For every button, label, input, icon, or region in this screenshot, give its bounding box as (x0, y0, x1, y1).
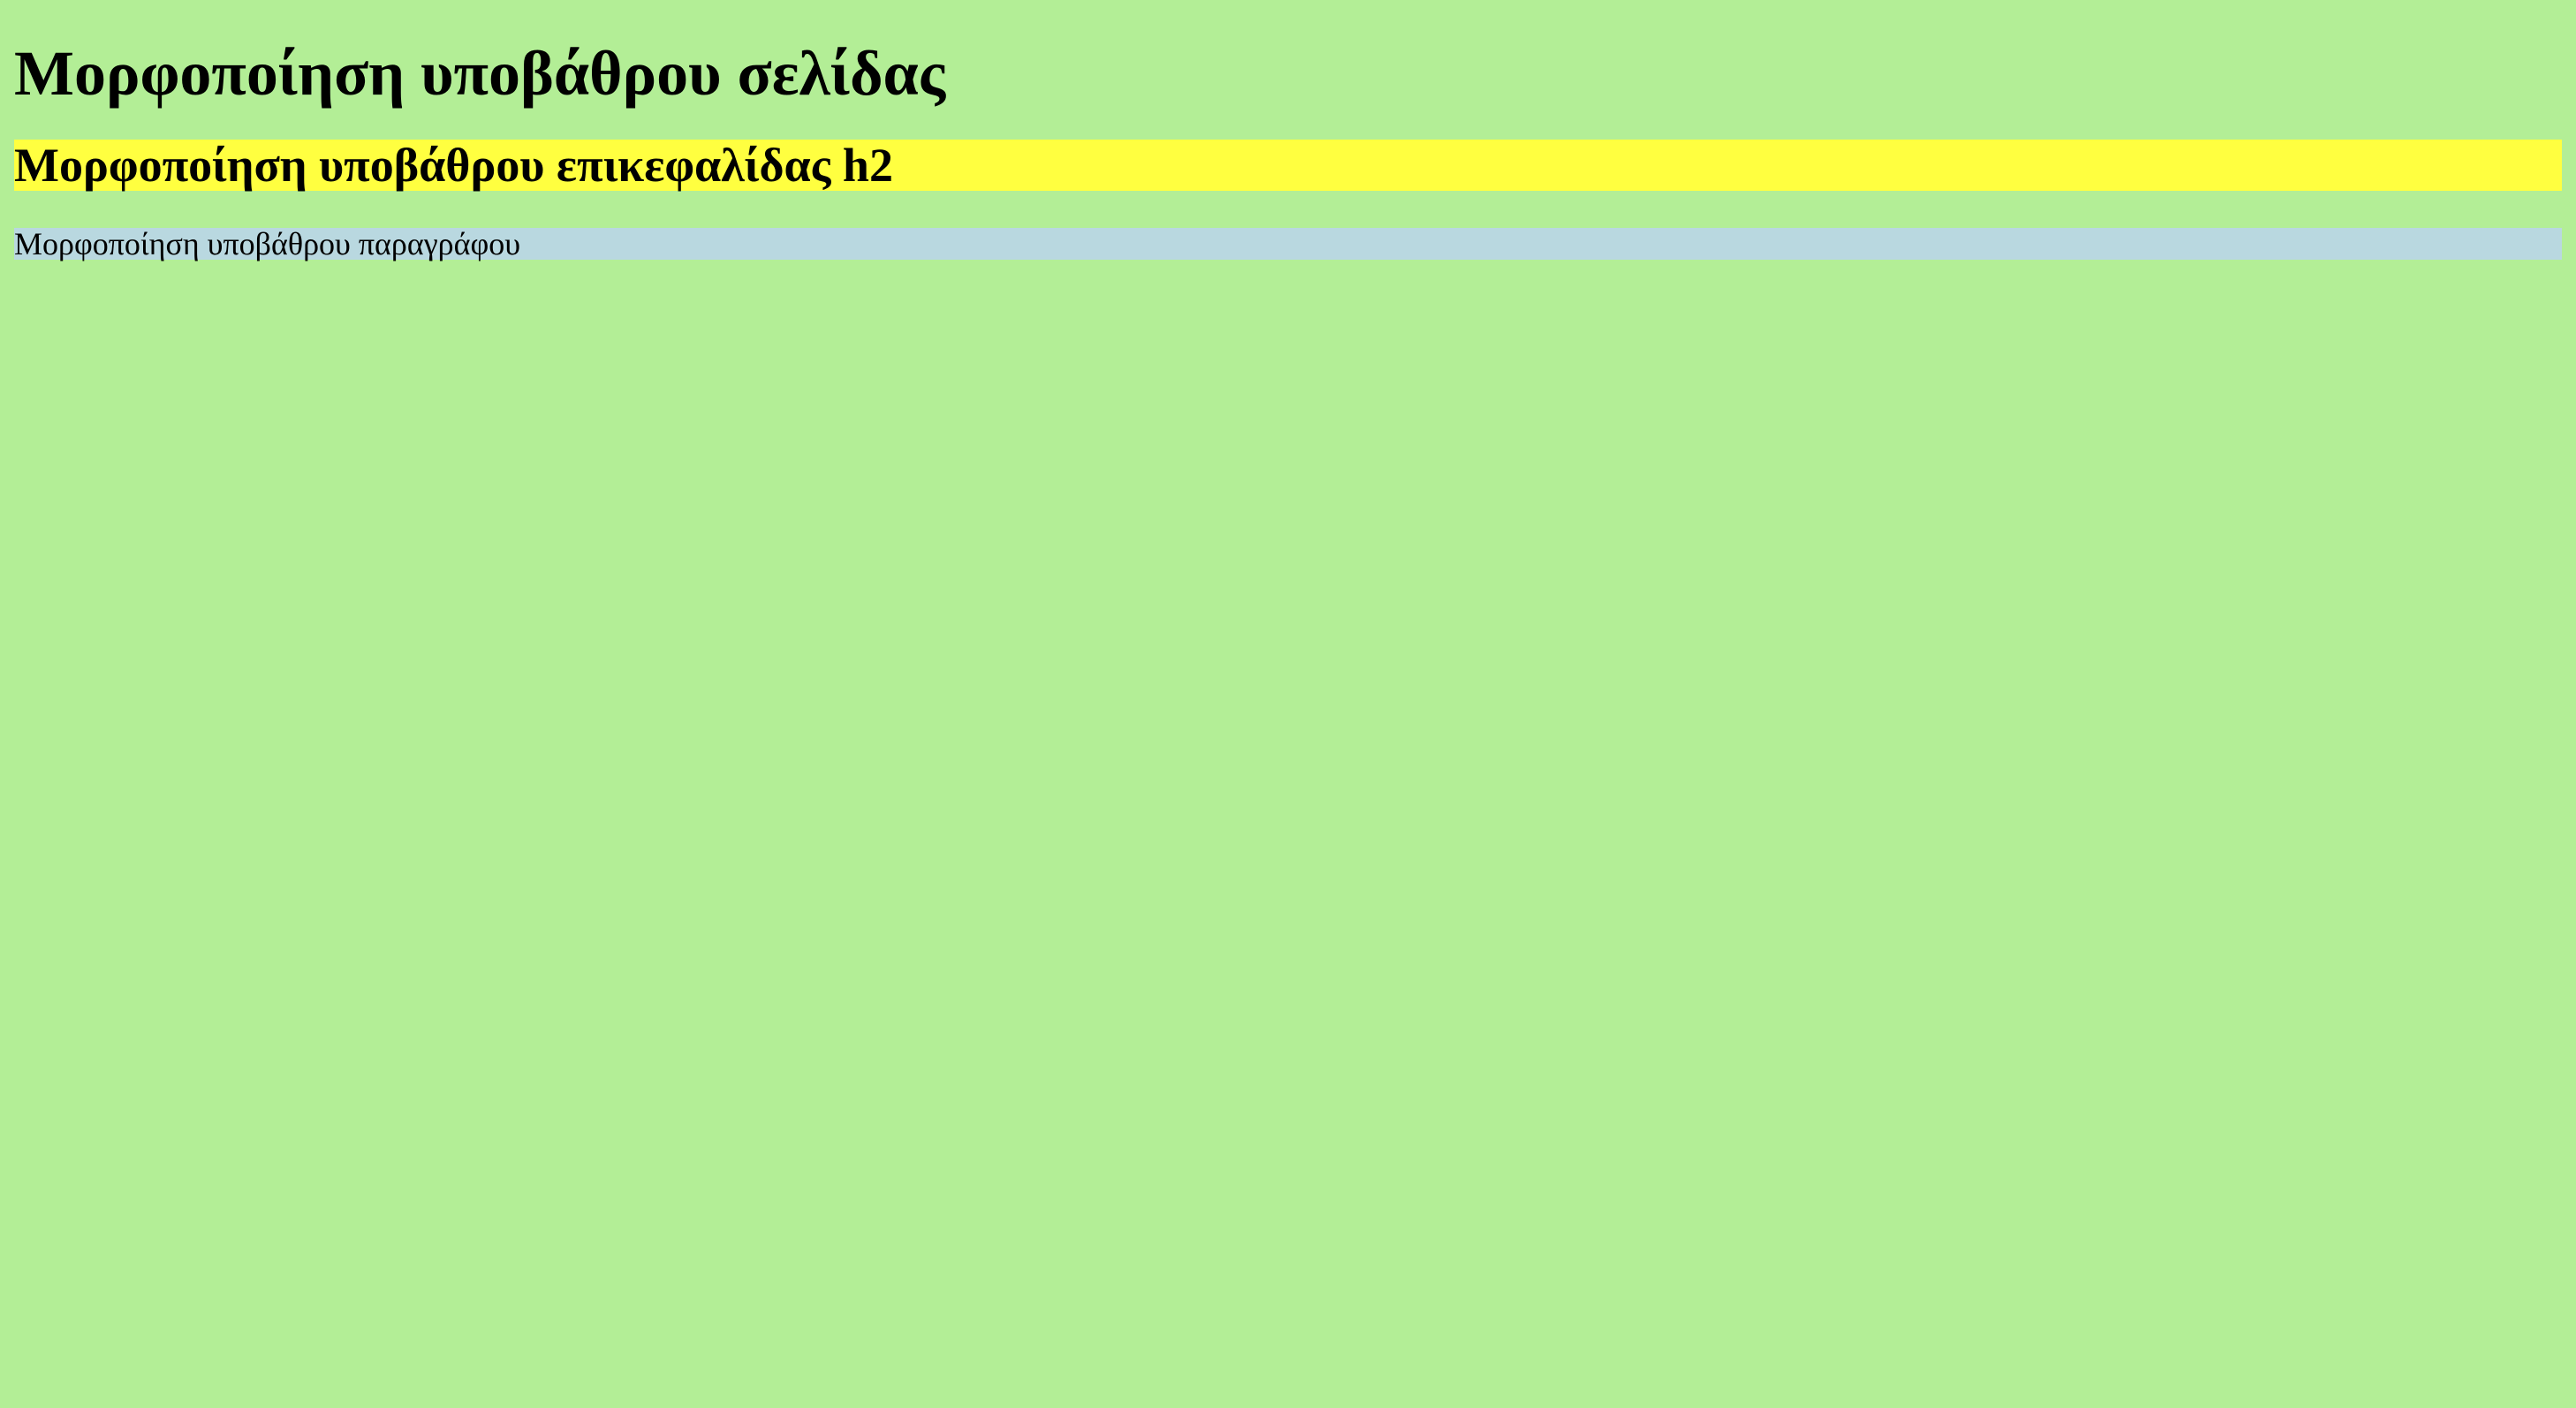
paragraph: Μορφοποίηση υποβάθρου παραγράφου (14, 228, 2562, 260)
page-container: Μορφοποίηση υποβάθρου σελίδας Μορφοποίησ… (0, 0, 2576, 1408)
page-body: { "page": { "title": "Μορφοποίηση υποβάθ… (0, 0, 2576, 1408)
page-title: Μορφοποίηση υποβάθρου σελίδας (14, 38, 946, 109)
h2-heading: Μορφοποίηση υποβάθρου επικεφαλίδας h2 (14, 140, 2562, 191)
